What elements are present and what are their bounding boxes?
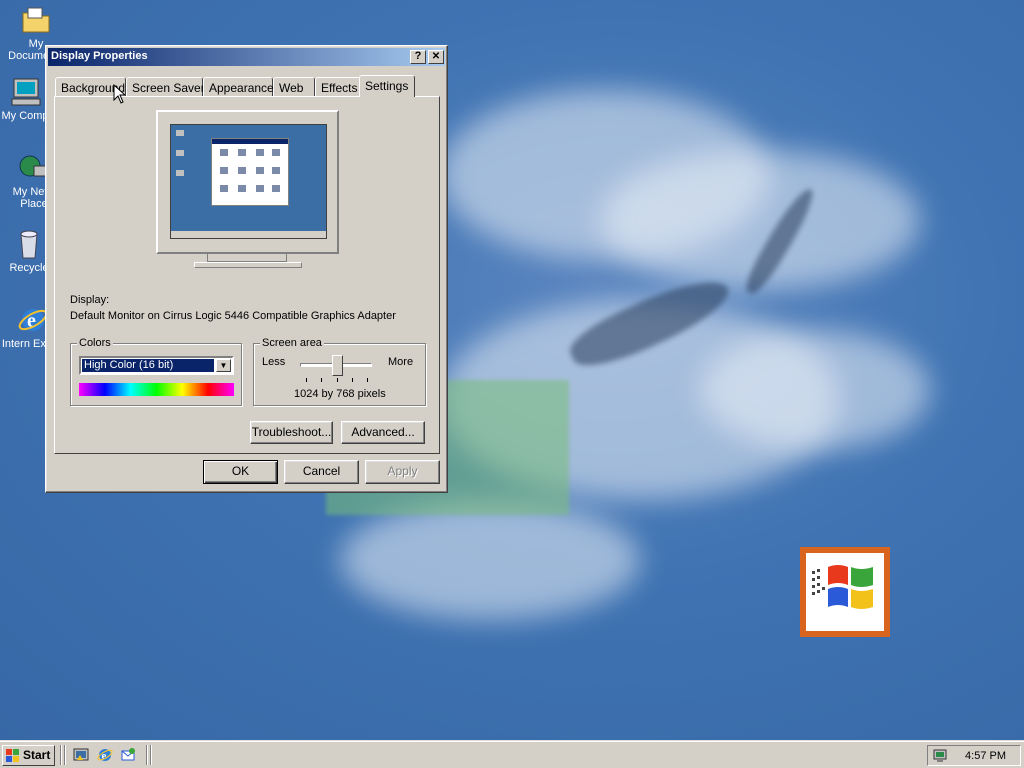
windows-logo-tile	[800, 547, 890, 637]
close-button[interactable]: ✕	[428, 50, 444, 64]
ok-button[interactable]: OK	[203, 460, 278, 484]
screen-area-legend: Screen area	[260, 337, 324, 349]
display-settings-tray-icon[interactable]	[932, 748, 948, 764]
monitor-preview-screen	[170, 124, 327, 239]
colors-legend: Colors	[77, 337, 113, 349]
dropdown-arrow-icon[interactable]: ▼	[216, 359, 231, 372]
preview-window-icons	[220, 149, 280, 192]
tab-settings[interactable]: Settings	[359, 75, 415, 97]
monitor-preview-window	[211, 138, 289, 206]
start-label: Start	[23, 748, 51, 762]
folder-icon	[20, 4, 52, 36]
recycle-bin-icon	[13, 228, 45, 260]
screen-area-group: Screen area Less More 1024 by 768 pixels	[253, 337, 426, 406]
slider-tick	[306, 378, 307, 382]
troubleshoot-button[interactable]: Troubleshoot...	[250, 421, 333, 444]
outlook-express-icon[interactable]	[120, 747, 136, 763]
computer-icon	[9, 76, 41, 108]
taskbar-separator	[146, 745, 148, 765]
tab-appearance[interactable]: Appearance	[203, 77, 274, 96]
display-adapter-text: Default Monitor on Cirrus Logic 5446 Com…	[70, 310, 396, 322]
apply-button[interactable]: Apply	[365, 460, 440, 484]
monitor-stand-base	[194, 262, 302, 268]
slider-tick	[367, 378, 368, 382]
ie-icon[interactable]: e	[97, 747, 113, 763]
windows-flag-icon	[812, 565, 873, 609]
slider-less-label: Less	[262, 356, 286, 368]
cancel-button[interactable]: Cancel	[284, 460, 359, 484]
show-desktop-icon[interactable]	[73, 747, 89, 763]
mouse-cursor-icon	[113, 84, 125, 104]
tab-screen-saver[interactable]: Screen Saver	[126, 77, 205, 96]
color-depth-value: High Color (16 bit)	[82, 359, 214, 372]
settings-panel: Display: Default Monitor on Cirrus Logic…	[54, 96, 440, 454]
color-spectrum-bar	[79, 383, 234, 396]
tab-web[interactable]: Web	[273, 77, 315, 96]
colors-group: Colors High Color (16 bit) ▼	[70, 337, 242, 406]
system-tray: 4:57 PM	[927, 745, 1021, 766]
taskbar-separator	[64, 745, 66, 765]
resolution-text: 1024 by 768 pixels	[294, 388, 386, 400]
slider-tick	[352, 378, 353, 382]
display-properties-dialog: Display Properties ? ✕ Background Screen…	[45, 45, 448, 493]
taskbar-separator	[150, 745, 152, 765]
color-depth-select[interactable]: High Color (16 bit) ▼	[79, 356, 234, 375]
start-button[interactable]: Start	[2, 745, 55, 766]
slider-tick	[337, 378, 338, 382]
monitor-stand-neck	[207, 254, 287, 262]
clock[interactable]: 4:57 PM	[965, 750, 1006, 762]
slider-tick	[321, 378, 322, 382]
wallpaper-cloud	[700, 330, 930, 450]
dialog-title: Display Properties	[51, 50, 148, 62]
title-bar[interactable]: Display Properties ? ✕	[48, 48, 445, 66]
advanced-button[interactable]: Advanced...	[341, 421, 425, 444]
wallpaper-cloud	[340, 500, 640, 620]
screen-area-slider-thumb[interactable]	[331, 355, 343, 376]
monitor-preview-taskbar	[171, 231, 326, 238]
display-label: Display:	[70, 294, 110, 306]
windows-flag-icon	[6, 749, 19, 762]
monitor-preview	[156, 110, 339, 254]
taskbar: Start e 4:57 PM	[0, 740, 1024, 768]
slider-more-label: More	[388, 356, 414, 368]
taskbar-separator	[60, 745, 62, 765]
tab-effects[interactable]: Effects	[315, 77, 361, 96]
help-button[interactable]: ?	[410, 50, 426, 64]
